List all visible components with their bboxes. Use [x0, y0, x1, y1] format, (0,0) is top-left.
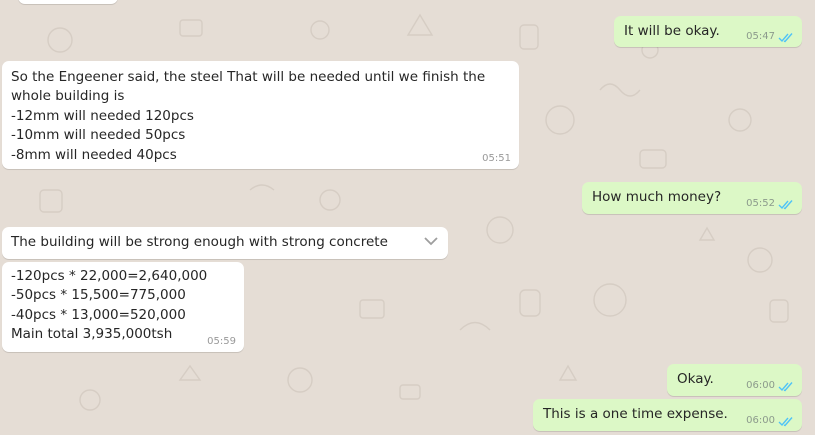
- message-text: The building will be strong enough with …: [11, 234, 388, 250]
- message-meta: 05:52: [746, 198, 794, 210]
- message-bubble-outgoing[interactable]: This is a one time expense. 06:00: [533, 399, 802, 431]
- message-meta: 05:59: [207, 336, 236, 348]
- message-text: This is a one time expense.: [543, 406, 728, 422]
- message-bubble-incoming[interactable]: So the Engeener said, the steel That wil…: [2, 61, 519, 169]
- message-meta: 06:00: [746, 380, 794, 392]
- chevron-down-icon[interactable]: [424, 236, 438, 246]
- message-text: Okay.: [677, 371, 714, 387]
- message-time: 05:52: [746, 198, 775, 209]
- message-time: 06:00: [746, 415, 775, 426]
- read-receipt-icon: [778, 32, 793, 42]
- message-text: So the Engeener said, the steel That wil…: [11, 69, 486, 163]
- message-bubble-outgoing[interactable]: It will be okay. 05:47: [614, 16, 802, 47]
- read-receipt-icon: [778, 199, 793, 209]
- message-time: 05:51: [482, 153, 511, 164]
- message-meta: 06:00: [746, 415, 794, 427]
- message-bubble-outgoing[interactable]: How much money? 05:52: [582, 182, 802, 214]
- read-receipt-icon: [778, 416, 793, 426]
- message-bubble-incoming[interactable]: The building will be strong enough with …: [2, 227, 448, 259]
- message-bubble-incoming[interactable]: -120pcs * 22,000=2,640,000 -50pcs * 15,5…: [2, 262, 244, 352]
- message-time: 06:00: [746, 380, 775, 391]
- message-text: How much money?: [592, 189, 722, 205]
- message-text: It will be okay.: [624, 23, 720, 39]
- message-bubble-outgoing[interactable]: Okay. 06:00: [667, 364, 802, 396]
- message-meta: 05:47: [746, 31, 794, 43]
- message-time: 05:47: [746, 31, 775, 42]
- message-text: -120pcs * 22,000=2,640,000 -50pcs * 15,5…: [11, 268, 208, 343]
- read-receipt-icon: [778, 381, 793, 391]
- previous-message-bubble: [18, 0, 118, 4]
- message-meta: 05:51: [482, 153, 511, 165]
- message-time: 05:59: [207, 336, 236, 347]
